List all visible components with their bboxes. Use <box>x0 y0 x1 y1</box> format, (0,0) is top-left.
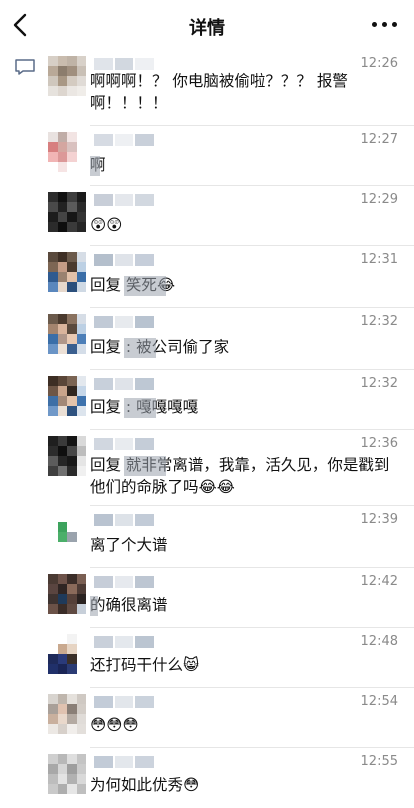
comment-text: 啊啊啊！？ 你电脑被偷啦？？？ 报警啊！！！！ <box>90 72 348 112</box>
comment-text: 😳😳😳 <box>90 716 139 734</box>
page-title: 详情 <box>189 18 225 39</box>
comment-time: 12:48 <box>360 634 398 649</box>
privacy-mask <box>124 338 156 358</box>
privacy-mask <box>90 596 98 616</box>
comment-item[interactable]: 12:39 离了个大谱 <box>44 506 414 568</box>
comment-item[interactable]: 12:54 😳😳😳 <box>44 688 414 748</box>
comment-item[interactable]: 12:27 啊 <box>44 126 414 186</box>
comment-item[interactable]: 12:36 回复 就非常离谱，我靠，活久见，你是戳到他们的命脉了吗😂😂 <box>44 430 414 506</box>
comment-text: 为何如此优秀😳 <box>90 776 200 794</box>
comment-text: 离了个大谱 <box>90 536 168 554</box>
more-icon[interactable] <box>368 8 402 38</box>
username-blurred[interactable] <box>94 254 155 266</box>
comment-time: 12:42 <box>360 574 398 589</box>
comment-time: 12:54 <box>360 694 398 709</box>
username-blurred[interactable] <box>94 194 155 206</box>
username-blurred[interactable] <box>94 636 155 648</box>
username-blurred[interactable] <box>94 514 155 526</box>
privacy-mask <box>124 398 156 418</box>
privacy-mask <box>124 276 166 296</box>
comment-time: 12:32 <box>360 376 398 391</box>
comment-time: 12:29 <box>360 192 398 207</box>
username-blurred[interactable] <box>94 134 155 146</box>
comment-time: 12:39 <box>360 512 398 527</box>
comment-text: 还打码干什么😸 <box>90 656 200 674</box>
comment-time: 12:36 <box>360 436 398 451</box>
privacy-mask <box>90 156 100 176</box>
username-blurred[interactable] <box>94 438 155 450</box>
username-blurred[interactable] <box>94 696 155 708</box>
comment-text: 😲😲 <box>90 216 123 234</box>
comment-item[interactable]: 12:55 为何如此优秀😳 <box>44 748 414 808</box>
username-blurred[interactable] <box>94 756 155 768</box>
avatar[interactable] <box>48 252 86 292</box>
avatar[interactable] <box>48 574 86 614</box>
avatar[interactable] <box>48 56 86 96</box>
comment-time: 12:27 <box>360 132 398 147</box>
avatar[interactable] <box>48 314 86 354</box>
comment-item[interactable]: 12:29 😲😲 <box>44 186 414 246</box>
username-blurred[interactable] <box>94 316 155 328</box>
comment-text: 的确很离谱 <box>90 596 168 614</box>
comment-time: 12:31 <box>360 252 398 267</box>
nav-bar: 详情 <box>0 0 414 50</box>
comment-time: 12:55 <box>360 754 398 769</box>
avatar[interactable] <box>48 694 86 734</box>
comment-time: 12:32 <box>360 314 398 329</box>
avatar[interactable] <box>48 132 86 172</box>
avatar[interactable] <box>48 192 86 232</box>
comment-item[interactable]: 12:26 啊啊啊！？ 你电脑被偷啦？？？ 报警啊！！！！ <box>44 50 414 126</box>
comment-item[interactable]: 12:31 回复 笑死😂 <box>44 246 414 308</box>
comment-time: 12:26 <box>360 56 398 71</box>
comment-item[interactable]: 12:48 还打码干什么😸 <box>44 628 414 688</box>
avatar[interactable] <box>48 376 86 416</box>
username-blurred[interactable] <box>94 378 155 390</box>
avatar[interactable] <box>48 634 86 674</box>
comment-text: 啊 <box>90 154 400 176</box>
comment-item[interactable]: 12:32 回复 : 被公司偷了家 <box>44 308 414 370</box>
username-blurred[interactable] <box>94 576 155 588</box>
avatar[interactable] <box>48 512 86 552</box>
privacy-mask <box>124 456 166 476</box>
comment-icon <box>15 59 35 75</box>
username-blurred[interactable] <box>94 58 155 70</box>
avatar[interactable] <box>48 436 86 476</box>
avatar[interactable] <box>48 754 86 794</box>
comment-item[interactable]: 12:32 回复 : 嘎嘎嘎嘎 <box>44 370 414 430</box>
comment-item[interactable]: 12:42 的确很离谱 <box>44 568 414 628</box>
